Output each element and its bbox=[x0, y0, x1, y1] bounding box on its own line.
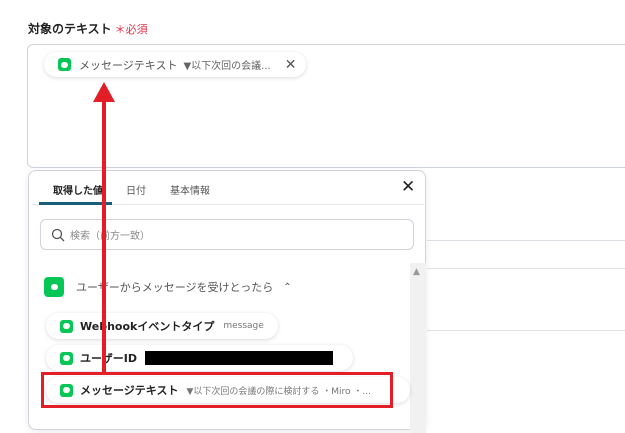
chevron-up-icon[interactable]: ⌃ bbox=[283, 282, 291, 293]
item-label: ユーザーID bbox=[80, 352, 138, 365]
tab-basic-info[interactable]: 基本情報 bbox=[170, 182, 210, 197]
chip-value: ▼以下次回の会議... bbox=[183, 61, 271, 72]
field-label-text: 対象のテキスト bbox=[28, 22, 112, 36]
list-item[interactable]: ユーザーID bbox=[46, 345, 354, 371]
divider bbox=[427, 268, 625, 269]
chip-label: メッセージテキスト bbox=[79, 58, 178, 72]
selected-value-chip[interactable]: メッセージテキスト ▼以下次回の会議... ✕ bbox=[44, 52, 307, 77]
annotation-arrow-shaft bbox=[102, 98, 106, 373]
close-icon[interactable]: ✕ bbox=[285, 57, 297, 73]
tab-retrieved-values[interactable]: 取得した値 bbox=[53, 182, 103, 197]
required-badge: ＊必須 bbox=[114, 23, 148, 36]
highlight-box bbox=[41, 372, 393, 408]
line-icon bbox=[44, 277, 64, 297]
item-label: Webhookイベントタイプ bbox=[80, 320, 215, 333]
annotation-arrow-head bbox=[93, 82, 115, 102]
close-icon[interactable]: ✕ bbox=[401, 177, 415, 197]
scroll-up-icon[interactable]: ▲ bbox=[413, 267, 420, 277]
item-value: message bbox=[223, 321, 264, 331]
search-input[interactable]: 検索（前方一致） bbox=[40, 219, 414, 250]
search-icon bbox=[51, 228, 65, 241]
tab-date[interactable]: 日付 bbox=[126, 182, 146, 197]
field-label: 対象のテキスト ＊必須 bbox=[28, 20, 148, 37]
divider bbox=[427, 240, 625, 241]
scrollbar[interactable]: ▲ bbox=[410, 263, 426, 433]
search-placeholder: 検索（前方一致） bbox=[70, 231, 150, 242]
redacted-value bbox=[145, 351, 334, 365]
line-icon bbox=[60, 319, 73, 333]
trigger-group-header[interactable]: ユーザーからメッセージを受けとったら ⌃ bbox=[44, 277, 292, 297]
line-icon bbox=[58, 58, 71, 71]
line-icon bbox=[60, 351, 73, 365]
divider bbox=[427, 330, 625, 331]
list-item[interactable]: Webhookイベントタイプ message bbox=[46, 313, 278, 339]
